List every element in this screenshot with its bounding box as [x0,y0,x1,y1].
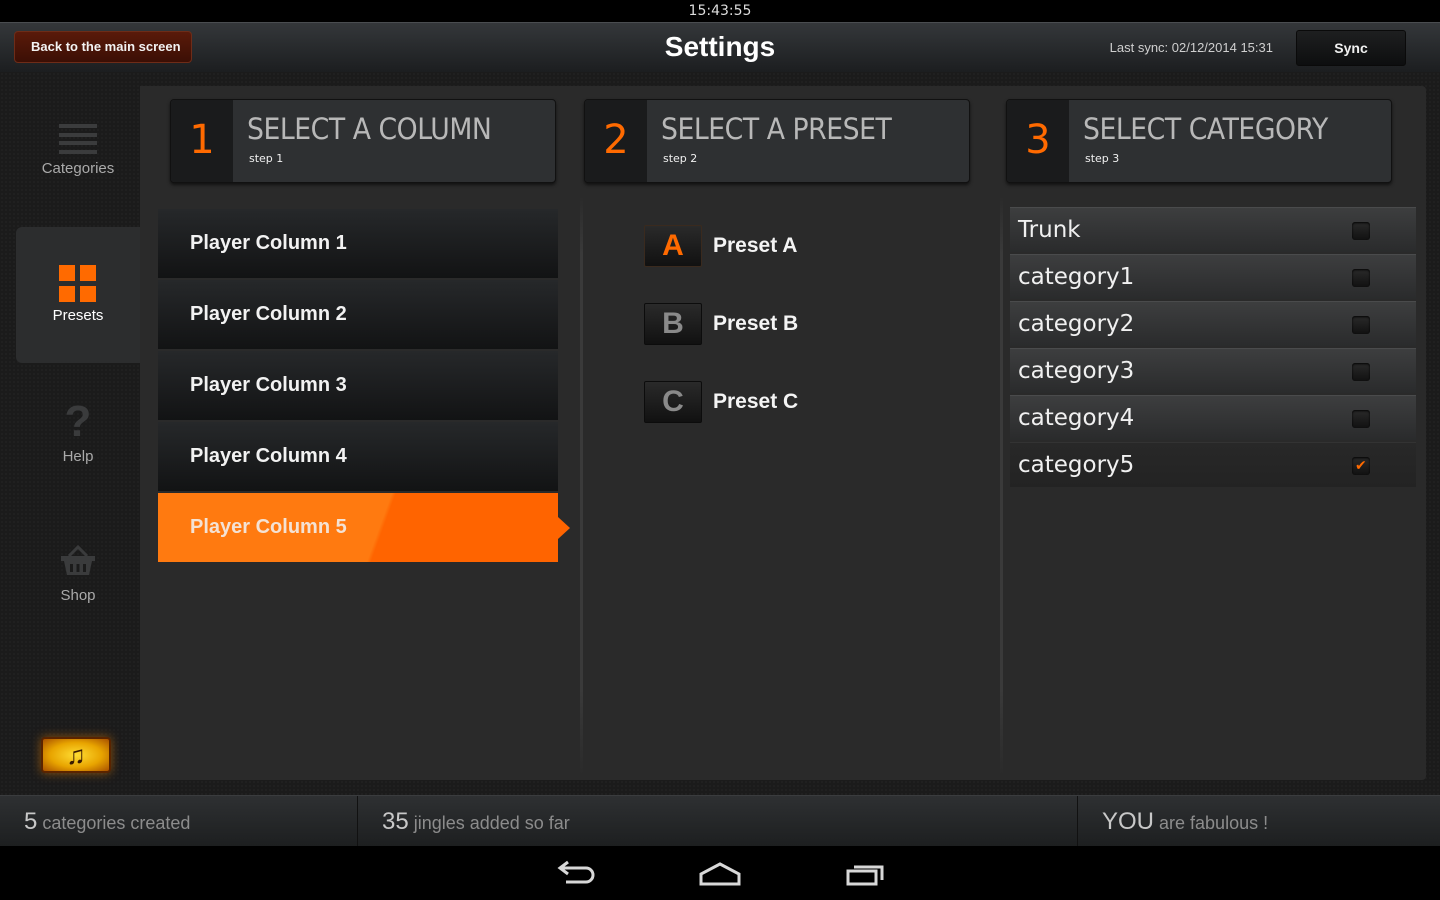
preset-list: A Preset A B Preset B C Preset C [644,224,798,458]
settings-panel: 1 SELECT A COLUMN step 1 2 SELECT A PRES… [140,86,1426,780]
step-title: SELECT A PRESET [661,112,892,146]
category-item-4[interactable]: category4 [1010,395,1416,440]
preset-item-a[interactable]: A Preset A [644,224,798,268]
step-number: 2 [585,100,647,182]
stat-categories: 5 categories created [0,796,358,847]
column-list: Player Column 1 Player Column 2 Player C… [158,209,570,564]
category-item-5[interactable]: category5 ✔ [1010,442,1416,487]
android-nav-bar [0,846,1440,900]
column-item-4[interactable]: Player Column 4 [158,422,558,491]
last-sync-text: Last sync: 02/12/2014 15:31 [1109,40,1273,55]
stat-text: are fabulous ! [1159,813,1269,833]
category-checkbox[interactable] [1352,222,1370,240]
checkmark-icon: ✔ [1355,458,1367,474]
category-item-3[interactable]: category3 [1010,348,1416,393]
category-item-2[interactable]: category2 [1010,301,1416,346]
category-label: category4 [1018,405,1135,431]
preset-item-b[interactable]: B Preset B [644,302,798,346]
recent-apps-icon[interactable] [834,856,894,892]
home-nav-icon[interactable] [690,856,750,892]
stat-value: 5 [24,808,38,835]
category-label: category2 [1018,311,1135,337]
column-item-3[interactable]: Player Column 3 [158,351,558,420]
step-title: SELECT CATEGORY [1083,112,1328,146]
status-bar: 15:43:55 [0,0,1440,22]
preset-key-badge: C [644,381,702,423]
stats-footer: 5 categories created 35 jingles added so f… [0,795,1440,847]
sidebar-item-label: Categories [41,160,115,177]
category-checkbox[interactable] [1352,316,1370,334]
back-nav-icon[interactable] [546,856,606,892]
category-label: category3 [1018,358,1135,384]
stat-text: jingles added so far [413,813,570,833]
preset-label: Preset A [713,234,798,257]
back-to-main-button[interactable]: Back to the main screen [14,31,192,63]
sidebar-item-help[interactable]: ? Help [16,397,140,472]
column-divider [1000,196,1003,776]
question-icon: ? [64,397,92,446]
step-number: 3 [1007,100,1069,182]
preset-key-badge: A [644,225,702,267]
category-label: category1 [1018,264,1135,290]
grid-icon [59,265,97,302]
sidebar-item-label: Help [62,448,94,465]
sidebar-item-presets[interactable]: Presets [16,227,140,363]
category-label: Trunk [1018,217,1081,243]
step-header-1: 1 SELECT A COLUMN step 1 [170,99,556,183]
stat-text: categories created [42,813,191,833]
preset-key-badge: B [644,303,702,345]
step-subtitle: step 3 [1085,152,1120,165]
basket-icon [61,544,95,575]
category-item-trunk[interactable]: Trunk [1010,207,1416,252]
column-item-2[interactable]: Player Column 2 [158,280,558,349]
stat-message: YOU are fabulous ! [1078,796,1440,847]
preset-label: Preset C [713,390,799,413]
preset-item-c[interactable]: C Preset C [644,380,798,424]
sidebar-item-shop[interactable]: Shop [16,544,140,606]
category-checkbox[interactable] [1352,410,1370,428]
clock: 15:43:55 [688,3,752,19]
sidebar-item-label: Presets [52,307,104,324]
step-subtitle: step 1 [249,152,284,165]
stat-jingles: 35 jingles added so far [358,796,1078,847]
music-note-icon: ♫ [66,740,86,770]
category-checkbox-checked[interactable]: ✔ [1352,457,1370,475]
category-checkbox[interactable] [1352,363,1370,381]
stat-value: YOU [1102,808,1155,835]
sidebar-item-categories[interactable]: Categories [16,124,140,194]
list-icon [59,124,97,154]
header-bar: Back to the main screen Settings Last sy… [0,22,1440,72]
sidebar-item-label: Shop [60,587,96,604]
column-divider [580,196,583,776]
step-title: SELECT A COLUMN [247,112,492,146]
column-item-1[interactable]: Player Column 1 [158,209,558,278]
step-header-2: 2 SELECT A PRESET step 2 [584,99,970,183]
music-player-button[interactable]: ♫ [41,737,111,773]
step-number: 1 [171,100,233,182]
stat-value: 35 [382,808,409,835]
step-header-3: 3 SELECT CATEGORY step 3 [1006,99,1392,183]
category-item-1[interactable]: category1 [1010,254,1416,299]
sync-button[interactable]: Sync [1296,30,1406,66]
category-list: Trunk category1 category2 category3 cate… [1010,207,1416,489]
category-label: category5 [1018,452,1135,478]
column-item-5[interactable]: Player Column 5 [158,493,570,562]
step-subtitle: step 2 [663,152,698,165]
back-button-label: Back to the main screen [31,39,181,54]
category-checkbox[interactable] [1352,269,1370,287]
sidebar: Categories Presets ? Help Shop ♫ [0,72,140,795]
preset-label: Preset B [713,312,799,335]
